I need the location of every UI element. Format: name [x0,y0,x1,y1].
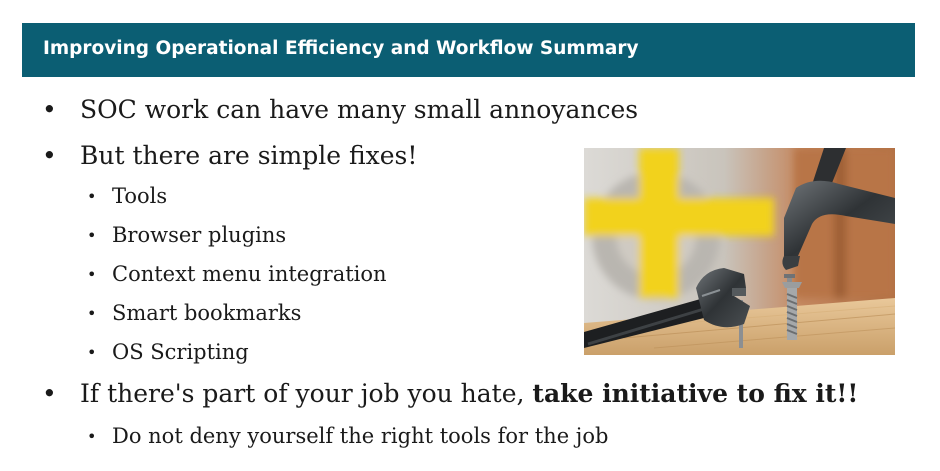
bullet-text: But there are simple fixes! [80,141,418,170]
bullet-item: • But there are simple fixes! [42,141,542,173]
bullet-dot-icon: • [42,379,57,408]
bullet-dot-icon: • [87,265,97,284]
sub-bullet-item: • Do not deny yourself the right tools f… [87,424,647,452]
tools-photo-graphic [584,148,895,355]
sub-bullet-item: • OS Scripting [87,340,507,368]
bullet-dot-icon: • [87,187,97,206]
bullet-dot-icon: • [87,304,97,323]
sub-bullet-text: Do not deny yourself the right tools for… [112,424,609,448]
bullet-dot-icon: • [42,95,57,124]
sub-bullet-item: • Context menu integration [87,262,507,290]
slide-title: Improving Operational Efficiency and Wor… [43,38,639,59]
sub-bullet-item: • Tools [87,184,507,212]
sub-bullet-item: • Smart bookmarks [87,301,507,329]
sub-bullet-text: Smart bookmarks [112,301,302,325]
tools-photo [584,148,895,355]
bullet-item: • SOC work can have many small annoyance… [42,95,642,127]
sub-bullet-text: Browser plugins [112,223,287,247]
sub-bullet-text: Context menu integration [112,262,387,286]
bullet-dot-icon: • [87,427,97,446]
sub-bullet-text: Tools [112,184,168,208]
bullet-dot-icon: • [42,141,57,170]
title-bar: Improving Operational Efficiency and Wor… [22,23,915,77]
bullet-text: If there's part of your job you hate, [80,379,533,408]
bullet-text-group: If there's part of your job you hate, ta… [80,379,858,408]
bullet-text: SOC work can have many small annoyances [80,95,639,124]
bullet-item: • If there's part of your job you hate, … [42,379,902,411]
bullet-text-bold: take initiative to fix it!! [532,379,859,408]
sub-bullet-item: • Browser plugins [87,223,507,251]
bullet-dot-icon: • [87,343,97,362]
sub-bullet-text: OS Scripting [112,340,249,364]
bullet-dot-icon: • [87,226,97,245]
